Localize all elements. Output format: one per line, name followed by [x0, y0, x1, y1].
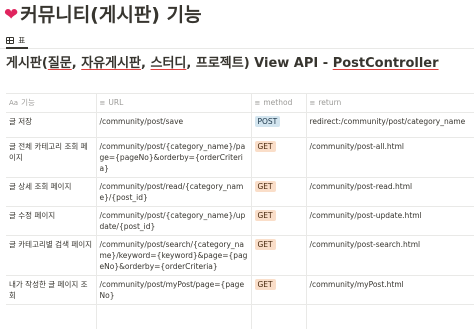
cell-method[interactable]: GET: [251, 236, 306, 276]
cell-url[interactable]: /community/post/save: [96, 113, 251, 138]
api-table: Aa기능 ≡URL ≡method ≡return 글 저장 /communit…: [6, 93, 474, 329]
method-tag: GET: [255, 210, 276, 221]
page-title: ❤ 커뮤니티(게시판) 기능: [4, 2, 202, 28]
table-row: 글 수정 페이지 /community/post/{category_name}…: [6, 207, 474, 236]
table-row: 글 저장 /community/post/save POST redirect:…: [6, 113, 474, 138]
cell-feature[interactable]: 글 카테고리별 검색 페이지: [6, 236, 96, 276]
column-header-url[interactable]: ≡URL: [96, 94, 251, 113]
method-tag: GET: [255, 279, 276, 290]
database-title[interactable]: 게시판(질문, 자유게시판, 스터디, 프로젝트) View API - Pos…: [6, 54, 472, 73]
table-row-empty: [6, 305, 474, 329]
text-property-icon: ≡: [310, 98, 316, 109]
cell-method[interactable]: [251, 305, 306, 329]
cell-url[interactable]: /community/post/read/{category_name}/{po…: [96, 178, 251, 207]
cell-method[interactable]: GET: [251, 138, 306, 178]
cell-return[interactable]: [306, 305, 474, 329]
column-label: 기능: [21, 98, 35, 107]
cell-url[interactable]: /community/post/{category_name}/page={pa…: [96, 138, 251, 178]
db-title-part: 질문: [48, 56, 72, 71]
heart-icon: ❤: [4, 2, 18, 28]
table-row: 글 전체 카테고리 조회 페이지 /community/post/{catego…: [6, 138, 474, 178]
cell-return[interactable]: /community/post-all.html: [306, 138, 474, 178]
column-label: return: [318, 98, 341, 107]
db-title-part: PostController: [333, 56, 439, 71]
title-property-icon: Aa: [9, 98, 18, 109]
cell-feature[interactable]: [6, 305, 96, 329]
cell-return[interactable]: /community/post-update.html: [306, 207, 474, 236]
table-row: 내가 작성한 글 페이지 조회 /community/post/myPost/p…: [6, 276, 474, 305]
column-header-feature[interactable]: Aa기능: [6, 94, 96, 113]
db-title-part: 자유게시판: [81, 56, 141, 71]
tab-divider: [0, 48, 474, 49]
cell-url[interactable]: /community/post/search/{category_name}/k…: [96, 236, 251, 276]
cell-feature[interactable]: 내가 작성한 글 페이지 조회: [6, 276, 96, 305]
table-row: 글 카테고리별 검색 페이지 /community/post/search/{c…: [6, 236, 474, 276]
cell-return[interactable]: /community/post-search.html: [306, 236, 474, 276]
method-tag: GET: [255, 141, 276, 152]
view-tab-table[interactable]: 표: [6, 33, 25, 47]
db-title-part: , 프로젝트) View API -: [186, 56, 332, 71]
cell-feature[interactable]: 글 전체 카테고리 조회 페이지: [6, 138, 96, 178]
column-label: method: [263, 98, 292, 107]
cell-url[interactable]: /community/post/{category_name}/update/{…: [96, 207, 251, 236]
cell-feature[interactable]: 글 상세 조회 페이지: [6, 178, 96, 207]
table-row: 글 상세 조회 페이지 /community/post/read/{catego…: [6, 178, 474, 207]
db-title-part: 스터디: [151, 56, 187, 71]
table-header-row: Aa기능 ≡URL ≡method ≡return: [6, 94, 474, 113]
method-tag: GET: [255, 181, 276, 192]
page-title-text: 커뮤니티(게시판) 기능: [20, 2, 201, 28]
db-title-part: ,: [72, 56, 81, 71]
cell-method[interactable]: POST: [251, 113, 306, 138]
cell-feature[interactable]: 글 수정 페이지: [6, 207, 96, 236]
cell-method[interactable]: GET: [251, 276, 306, 305]
text-property-icon: ≡: [255, 98, 261, 109]
db-title-part: ,: [141, 56, 150, 71]
column-label: URL: [108, 98, 123, 107]
db-title-part: 게시판(: [6, 56, 48, 71]
cell-return[interactable]: /community/post-read.html: [306, 178, 474, 207]
active-tab-indicator: [6, 47, 28, 49]
method-tag: POST: [255, 116, 281, 127]
cell-url[interactable]: [96, 305, 251, 329]
method-tag: GET: [255, 239, 276, 250]
cell-feature[interactable]: 글 저장: [6, 113, 96, 138]
text-property-icon: ≡: [100, 98, 106, 109]
cell-method[interactable]: GET: [251, 178, 306, 207]
view-tab-label: 표: [18, 35, 25, 46]
cell-return[interactable]: redirect:/community/post/category_name: [306, 113, 474, 138]
cell-url[interactable]: /community/post/myPost/page={pageNo}: [96, 276, 251, 305]
cell-return[interactable]: /community/myPost.html: [306, 276, 474, 305]
column-header-return[interactable]: ≡return: [306, 94, 474, 113]
column-header-method[interactable]: ≡method: [251, 94, 306, 113]
cell-method[interactable]: GET: [251, 207, 306, 236]
table-icon: [6, 37, 14, 44]
